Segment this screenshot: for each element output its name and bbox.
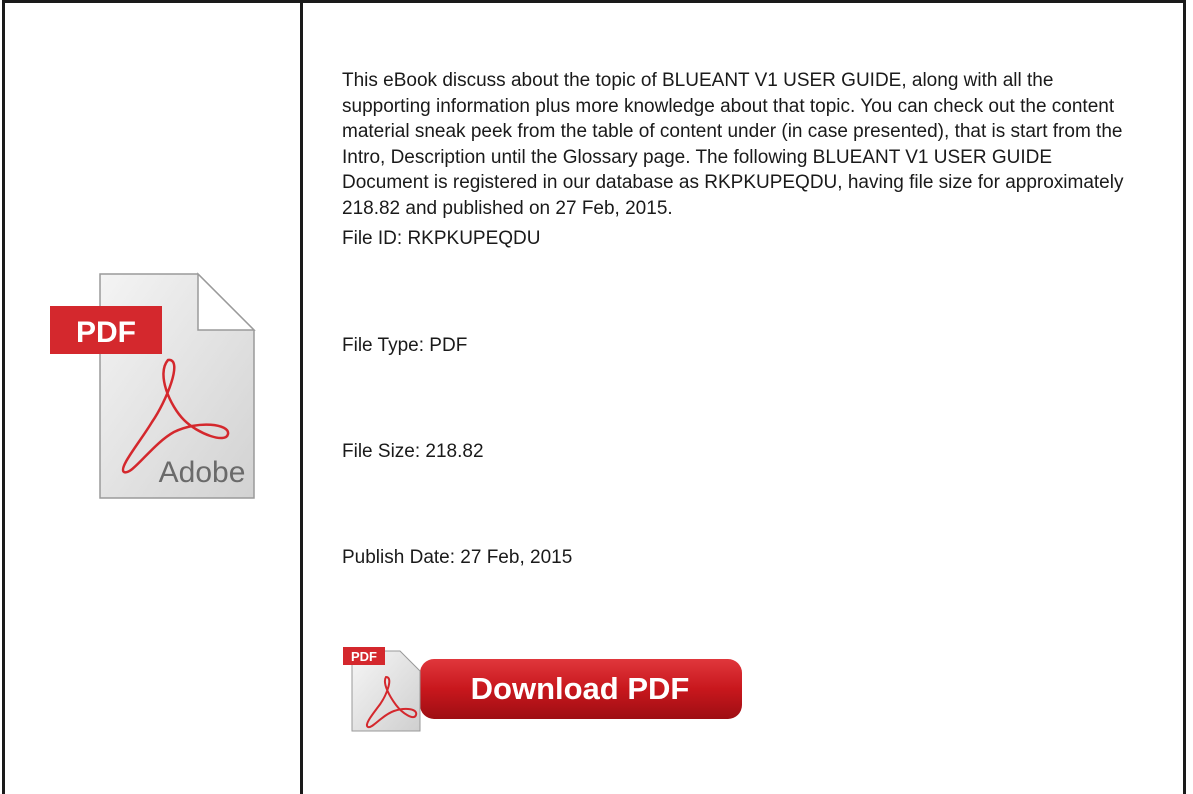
file-id: File ID: RKPKUPEQDU (342, 228, 541, 249)
file-type: File Type: PDF (342, 335, 468, 356)
ebook-description: This eBook discuss about the topic of BL… (342, 70, 1124, 219)
publish-date: Publish Date: 27 Feb, 2015 (342, 547, 573, 568)
download-button-label: Download PDF (471, 671, 690, 706)
pdf-file-icon: PDF Adobe (50, 272, 256, 499)
main-content: This eBook discuss about the topic of BL… (342, 68, 1142, 568)
file-size: File Size: 218.82 (342, 441, 484, 462)
column-divider (300, 0, 303, 794)
download-pdf-badge: PDF (351, 649, 377, 664)
adobe-label: Adobe (159, 456, 246, 489)
download-pdf-button[interactable]: PDF Download PDF (342, 641, 744, 733)
pdf-badge-label: PDF (76, 316, 136, 349)
